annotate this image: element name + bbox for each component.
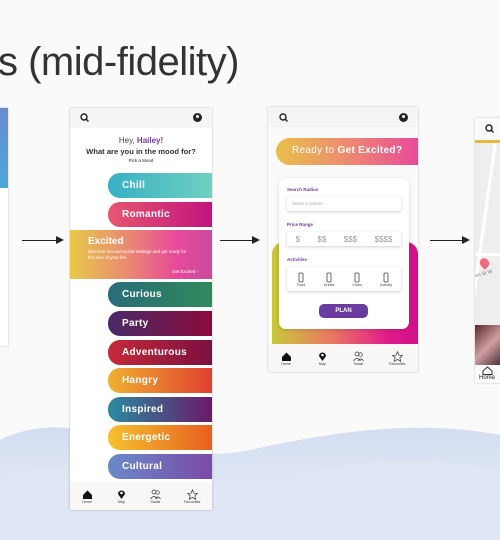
price-option[interactable]: $	[296, 235, 300, 244]
pick-mood-label: Pick a Mood	[128, 158, 154, 163]
search-icon[interactable]	[485, 124, 494, 133]
people-icon	[150, 489, 161, 499]
nav-home-label: Home	[478, 375, 495, 381]
activity-activity[interactable]: Activity	[380, 272, 392, 287]
activity-clubs[interactable]: Clubs	[352, 272, 362, 287]
star-icon	[391, 350, 403, 362]
profile-icon[interactable]	[399, 113, 408, 122]
mood-party[interactable]: Party	[108, 311, 212, 336]
map-pin-icon	[117, 490, 125, 499]
activities-selector: Food Drinks Clubs Activity	[287, 267, 401, 291]
mood-label: Excited	[88, 236, 124, 247]
nav-favourites[interactable]: Favourites	[389, 350, 405, 366]
nav-map[interactable]: Map	[317, 351, 328, 366]
location-input[interactable]: Select Location	[287, 197, 401, 211]
bottom-nav: Home Map Social Favourites	[268, 344, 418, 372]
nav-social[interactable]: Social	[353, 351, 364, 366]
get-excited-link[interactable]: Get Excited ›	[172, 269, 198, 274]
slide-title: s (mid-fidelity)	[0, 40, 239, 84]
top-bar	[268, 107, 418, 127]
mood-chill[interactable]: Chill	[108, 173, 212, 198]
nav-favourites[interactable]: Favourites	[184, 488, 200, 504]
nav-map[interactable]: Map	[116, 489, 127, 504]
cocktail-icon	[326, 272, 332, 282]
mood-inspired[interactable]: Inspired	[108, 397, 212, 422]
venue-photo[interactable]	[475, 325, 500, 365]
user-name: Hailey!	[136, 136, 164, 145]
nav-home[interactable]: Home	[82, 489, 93, 504]
nav-home[interactable]: Home	[477, 366, 497, 382]
greeting: Hey,	[118, 136, 137, 145]
mood-curious[interactable]: Curious	[108, 282, 212, 307]
dancers-icon	[354, 272, 360, 282]
previous-screen	[0, 108, 8, 346]
star-icon	[186, 488, 198, 500]
flow-arrow	[22, 236, 64, 244]
price-option[interactable]: $$	[317, 235, 326, 244]
home-icon	[482, 366, 492, 375]
map-pin-icon	[318, 352, 326, 361]
bottom-nav: Home Map Social Favourites	[70, 482, 212, 510]
mood-romantic[interactable]: Romantic	[108, 202, 212, 227]
price-option[interactable]: $$$	[344, 235, 357, 244]
search-radius-label: Search Radius	[287, 187, 319, 192]
mood-hangry[interactable]: Hangry	[108, 368, 212, 393]
map-screen: en St W Home	[475, 118, 500, 383]
flow-arrow	[430, 236, 470, 244]
activities-label: Activities	[287, 257, 308, 262]
mood-question: What are you in the mood for?	[86, 147, 196, 156]
map-view[interactable]: en St W	[475, 143, 500, 325]
mood-cultural[interactable]: Cultural	[108, 454, 212, 479]
mood-screen: Hey, Hailey! What are you in the mood fo…	[70, 108, 212, 510]
price-range-label: Price Range	[287, 222, 314, 227]
price-option[interactable]: $$$$	[374, 235, 392, 244]
home-icon	[281, 352, 291, 361]
top-bar	[70, 108, 212, 128]
mood-excited[interactable]: Excited Discover fun and social settings…	[70, 230, 212, 279]
search-icon[interactable]	[279, 113, 288, 122]
activity-food[interactable]: Food	[296, 272, 306, 287]
mood-adventurous[interactable]: Adventurous	[108, 340, 212, 365]
mood-description: Discover fun and social settings and get…	[88, 249, 187, 260]
price-range-selector: $ $$ $$$ $$$$	[287, 232, 401, 246]
activity-icon	[383, 272, 389, 282]
plan-banner: Ready to Get Excited?	[276, 138, 418, 165]
flow-arrow	[220, 236, 260, 244]
plan-form: Search Radius Select Location Price Rang…	[279, 178, 409, 329]
nav-social[interactable]: Social	[150, 489, 161, 504]
people-icon	[353, 351, 364, 361]
search-icon[interactable]	[80, 113, 89, 122]
plan-screen: Ready to Get Excited? Search Radius Sele…	[268, 107, 418, 372]
home-icon	[82, 490, 92, 499]
nav-home[interactable]: Home	[281, 351, 292, 366]
profile-icon[interactable]	[193, 113, 202, 122]
mood-energetic[interactable]: Energetic	[108, 425, 212, 450]
plan-button[interactable]: PLAN	[319, 304, 368, 318]
fork-knife-icon	[298, 272, 304, 282]
activity-drinks[interactable]: Drinks	[324, 272, 334, 287]
